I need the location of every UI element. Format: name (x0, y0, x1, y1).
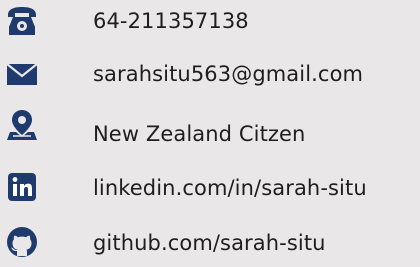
email-address[interactable]: sarahsitu563@gmail.com (93, 64, 363, 85)
github-url[interactable]: github.com/sarah-situ (93, 233, 326, 254)
github-icon (5, 225, 39, 259)
envelope-icon (5, 57, 39, 91)
contact-email-row: sarahsitu563@gmail.com (0, 55, 420, 95)
contact-github-row: github.com/sarah-situ (0, 224, 420, 264)
residency-status: New Zealand Citzen (93, 122, 306, 146)
location-pin-icon (5, 108, 39, 142)
contact-residency-row: New Zealand Citzen (0, 108, 420, 148)
linkedin-url[interactable]: linkedin.com/in/sarah-situ (93, 178, 367, 199)
contact-phone-row: 64-211357138 (0, 2, 420, 42)
contact-list: 64-211357138 sarahsitu563@gmail.com New … (0, 0, 420, 267)
phone-number: 64-211357138 (93, 9, 249, 33)
linkedin-icon (5, 170, 39, 204)
contact-linkedin-row: linkedin.com/in/sarah-situ (0, 168, 420, 208)
telephone-icon (5, 4, 39, 38)
